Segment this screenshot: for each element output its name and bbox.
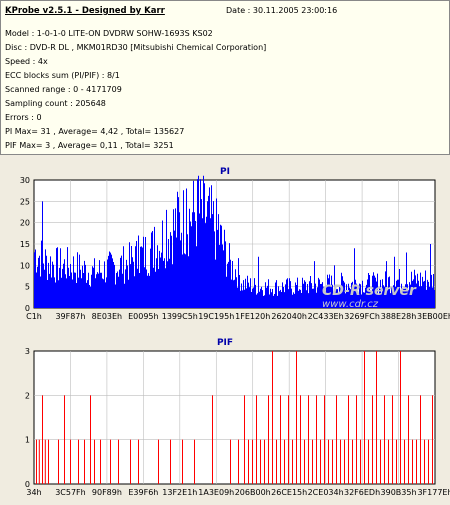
x-tick-label: 39F87h — [55, 312, 85, 321]
info-ecc: ECC blocks sum (PI/PIF) : 8/1 — [5, 71, 120, 80]
info-pi-stats: PI Max= 31 , Average= 4,42 , Total= 1356… — [5, 127, 185, 136]
info-range: Scanned range : 0 - 4171709 — [5, 85, 122, 94]
x-tick-label: 2CE034h — [308, 488, 344, 497]
x-tick-label: 1FE120h — [235, 312, 270, 321]
info-sampling: Sampling count : 205648 — [5, 99, 106, 108]
chart-title: PI — [220, 167, 230, 177]
y-tick-label: 25 — [20, 197, 30, 206]
x-tick-label: 19C195h — [198, 312, 234, 321]
x-tick-label: 90F89h — [92, 488, 122, 497]
x-tick-label: 8E03Eh — [92, 312, 122, 321]
x-tick-label: 3EB00Eh — [417, 312, 450, 321]
y-tick-label: 5 — [25, 283, 30, 292]
info-disc: Disc : DVD-R DL , MKM01RD30 [Mitsubishi … — [5, 43, 267, 52]
y-tick-label: 3 — [25, 347, 30, 356]
x-tick-label: 3F177Eh — [417, 488, 450, 497]
x-tick-label: 1A3E09h — [198, 488, 234, 497]
chart-panels: PI 0 5 10 15 20 25 30 C1h 39F87h 8E03Eh E0095h 1399C… — [0, 156, 450, 505]
y-tick-label: 15 — [20, 240, 30, 249]
x-tick-label: 206B00h — [235, 488, 271, 497]
x-tick-label: 1399C5h — [162, 312, 198, 321]
x-tick-label: 34h — [26, 488, 41, 497]
y-tick-label: 10 — [20, 261, 30, 270]
x-tick-label: E0095h — [128, 312, 158, 321]
app-title: KProbe v2.5.1 - Designed by Karr — [5, 6, 165, 16]
info-panel: KProbe v2.5.1 - Designed by Karr Date : … — [0, 0, 450, 155]
info-speed: Speed : 4x — [5, 57, 48, 66]
watermark-text: CD-R server — [322, 283, 416, 299]
x-tick-label: C1h — [26, 312, 42, 321]
y-tick-label: 30 — [20, 176, 30, 185]
x-tick-label: 388E28h — [381, 312, 417, 321]
x-tick-label: 262040h — [271, 312, 307, 321]
x-tick-label: 3269FCh — [344, 312, 380, 321]
y-tick-label: 1 — [25, 436, 30, 445]
x-tick-label: 26CE15h — [271, 488, 307, 497]
x-tick-label: 2C433Eh — [308, 312, 344, 321]
scan-date: Date : 30.11.2005 23:00:16 — [226, 6, 338, 15]
x-tick-label: 390B35h — [381, 488, 417, 497]
x-tick-label: 3C57Fh — [55, 488, 86, 497]
y-tick-label: 2 — [25, 391, 30, 400]
watermark-url: www.cdr.cz — [322, 299, 379, 310]
info-pif-stats: PIF Max= 3 , Average= 0,11 , Total= 3251 — [5, 141, 174, 150]
x-tick-label: E39F6h — [128, 488, 158, 497]
y-tick-label: 20 — [20, 219, 30, 228]
info-errors: Errors : 0 — [5, 113, 42, 122]
x-tick-label: 13F2E1h — [162, 488, 197, 497]
chart-title: PIF — [217, 338, 233, 348]
watermark: CD-R server www.cdr.cz — [322, 283, 416, 310]
x-tick-label: 32F6EDh — [344, 488, 380, 497]
info-model: Model : 1-0-1-0 LITE-ON DVDRW SOHW-1693S… — [5, 29, 213, 38]
pif-chart: PIF012334h 3C57Fh 90F89h E39F6h 13F2E1h 1A3E0… — [0, 329, 450, 504]
